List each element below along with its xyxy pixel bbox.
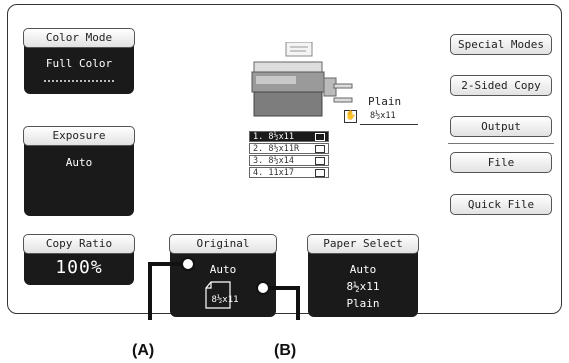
tray-item[interactable]: 2. 8½x11R — [249, 143, 329, 154]
tray-label: 4. 11x17 — [253, 168, 294, 178]
tray-icon — [315, 157, 325, 165]
hand-feed-icon: ✋ — [344, 110, 357, 123]
bypass-size: 8½x11 — [370, 111, 396, 121]
original-key[interactable]: Original — [169, 234, 277, 254]
callout-b-leader-v — [296, 286, 300, 320]
tray-icon — [315, 169, 325, 177]
quick-file-button[interactable]: Quick File — [450, 194, 552, 215]
tray-label: 1. 8½x11 — [253, 132, 294, 142]
color-mode-value: Full Color — [45, 57, 113, 70]
two-sided-copy-button[interactable]: 2-Sided Copy — [450, 75, 552, 96]
callout-b-leader-h — [268, 286, 298, 290]
tray-icon — [315, 133, 325, 141]
callout-a-label: (A) — [132, 342, 155, 359]
copy-ratio-value: 100% — [55, 257, 103, 278]
original-size: 8½x11 — [211, 295, 239, 305]
bypass-underline — [360, 124, 418, 125]
callout-a-leader-v — [148, 262, 152, 320]
machine-icon — [251, 42, 353, 117]
tray-item[interactable]: 4. 11x17 — [249, 167, 329, 178]
color-mode-panel[interactable]: Color Mode Full Color — [23, 28, 135, 94]
color-mode-key[interactable]: Color Mode — [23, 28, 135, 48]
copy-ratio-panel[interactable]: Copy Ratio 100% — [23, 234, 135, 285]
tray-item[interactable]: 3. 8½x14 — [249, 155, 329, 166]
callout-a-dot — [181, 257, 195, 271]
copy-ratio-key[interactable]: Copy Ratio — [23, 234, 135, 254]
paper-select-mode: Auto — [349, 263, 377, 276]
tray-label: 2. 8½x11R — [253, 144, 300, 154]
callout-b-dot — [256, 281, 270, 295]
exposure-panel[interactable]: Exposure Auto — [23, 126, 135, 216]
paper-select-key[interactable]: Paper Select — [307, 234, 419, 254]
bypass-type: Plain — [368, 95, 402, 108]
tray-icon — [315, 145, 325, 153]
callout-b-label: (B) — [274, 342, 297, 359]
paper-select-size: 8½x11 — [346, 280, 380, 293]
color-level-indicator — [44, 80, 114, 84]
menu-divider — [448, 143, 554, 144]
output-button[interactable]: Output — [450, 116, 552, 137]
exposure-value: Auto — [65, 156, 93, 169]
paper-select-type: Plain — [346, 297, 380, 310]
file-button[interactable]: File — [450, 152, 552, 173]
tray-item[interactable]: 1. 8½x11 — [249, 131, 329, 142]
exposure-key[interactable]: Exposure — [23, 126, 135, 146]
special-modes-button[interactable]: Special Modes — [450, 34, 552, 55]
paper-select-panel[interactable]: Paper Select Auto 8½x11 Plain — [307, 234, 419, 317]
tray-label: 3. 8½x14 — [253, 156, 294, 166]
